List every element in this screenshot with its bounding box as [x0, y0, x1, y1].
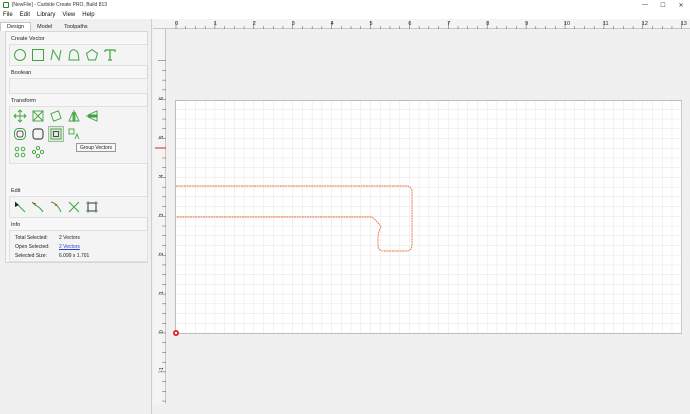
- ruler-x-label: 8: [486, 21, 489, 27]
- ruler-x-label: 7: [447, 21, 450, 27]
- ruler-y-label: 2: [159, 252, 165, 255]
- ruler-y-label: 5: [159, 136, 165, 139]
- ruler-y-label: 4: [159, 174, 165, 177]
- canvas-overlay: 0 1 2 3 4 5 6 7 8 9 10 11 12 136543210-1: [155, 21, 687, 402]
- ruler-x-label: 6: [408, 21, 411, 27]
- ruler-x-label: 12: [642, 21, 648, 27]
- ruler-y-label: -1: [159, 367, 165, 372]
- ruler-y-label: 6: [159, 97, 165, 100]
- origin-marker-center: [174, 331, 178, 335]
- ruler-x-label: 1: [214, 21, 217, 27]
- ruler-x-label: 2: [253, 21, 256, 27]
- ruler-x-label: 9: [525, 21, 528, 27]
- ruler-y-label: 3: [159, 213, 165, 216]
- ruler-x-label: 13: [681, 21, 687, 27]
- ruler-x-label: 10: [564, 21, 570, 27]
- ruler-x-label: 11: [603, 21, 609, 27]
- selected-vector-path[interactable]: [176, 185, 413, 252]
- ruler-x-label: 3: [292, 21, 295, 27]
- ruler-x-label: 4: [331, 21, 334, 27]
- ruler-x-label: 0: [175, 21, 178, 27]
- ruler-y-label: 1: [159, 291, 165, 294]
- ruler-x-label: 5: [370, 21, 373, 27]
- ruler-y-label: 0: [159, 330, 165, 333]
